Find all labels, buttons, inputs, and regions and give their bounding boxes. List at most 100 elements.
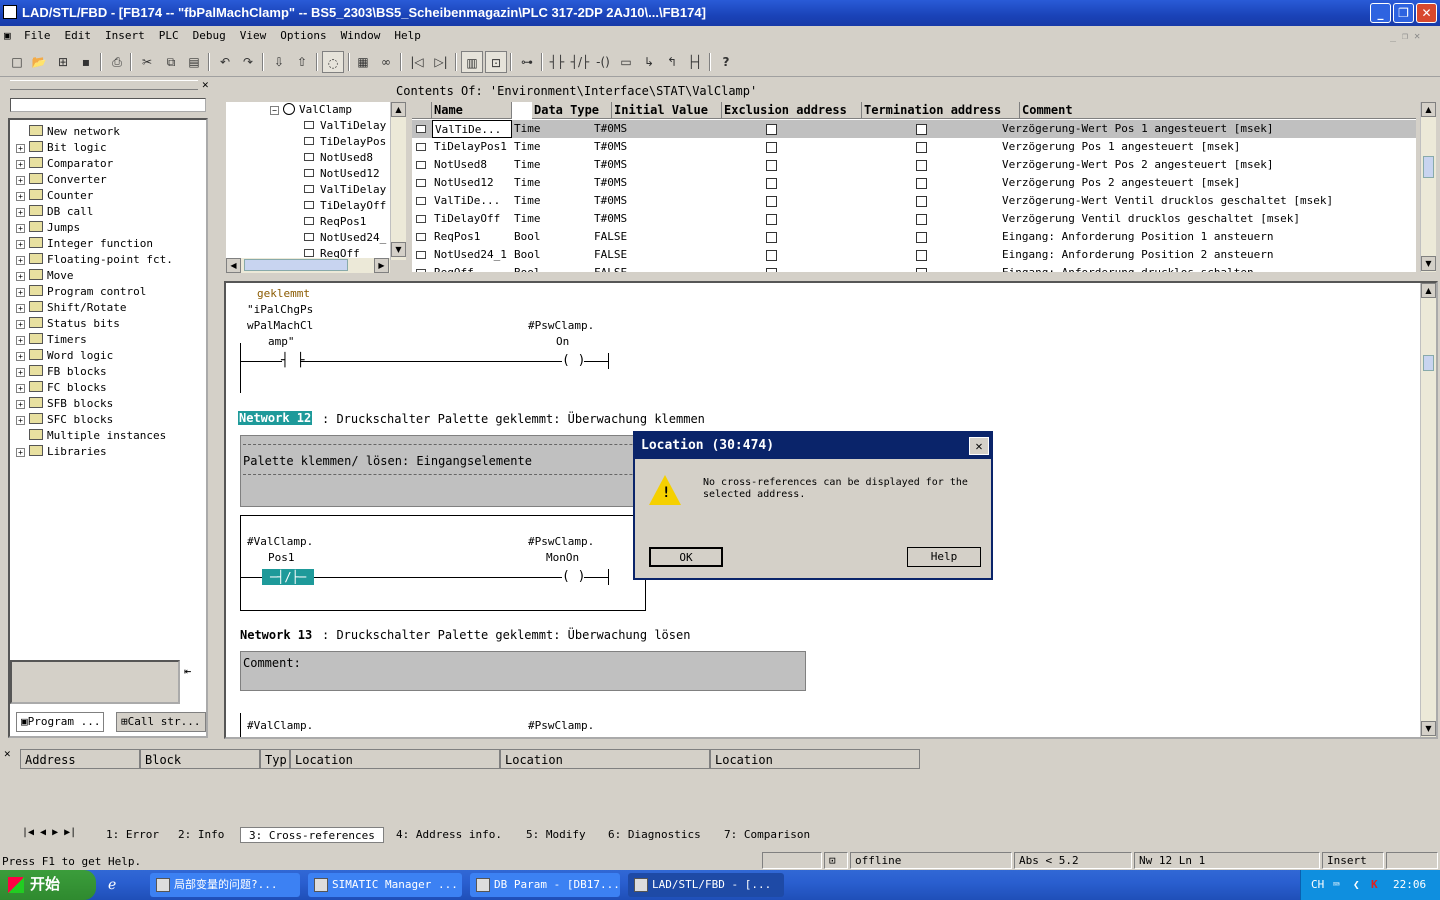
- menu-debug[interactable]: Debug: [193, 29, 226, 42]
- hscroll-thumb[interactable]: [244, 259, 348, 271]
- catalog-item[interactable]: + Integer function: [16, 236, 153, 252]
- tree-scrollbar[interactable]: ▲ ▼: [390, 102, 406, 260]
- catalog-item[interactable]: + Comparator: [16, 156, 113, 172]
- no-contact-icon[interactable]: ┤├: [546, 51, 568, 73]
- catalog-item[interactable]: + FC blocks: [16, 380, 107, 396]
- cell-initial[interactable]: T#0MS: [592, 210, 702, 228]
- output-tab[interactable]: 7: Comparison: [716, 827, 818, 843]
- cut-icon[interactable]: ✂: [136, 51, 158, 73]
- catalog-item[interactable]: + Libraries: [16, 444, 107, 460]
- lang-indicator[interactable]: CH: [1311, 870, 1324, 900]
- tree-item[interactable]: ReqPos1: [304, 214, 366, 230]
- expand-icon[interactable]: +: [16, 192, 25, 201]
- cell-name[interactable]: NotUsed12: [432, 174, 512, 192]
- editor-scrollbar[interactable]: ▲ ▼: [1420, 283, 1436, 737]
- taskbar-task[interactable]: LAD/STL/FBD - [...: [628, 873, 784, 897]
- xref-column-header[interactable]: Location: [290, 749, 500, 769]
- menu-plc[interactable]: PLC: [159, 29, 179, 42]
- expand-icon[interactable]: +: [16, 208, 25, 217]
- output-tab[interactable]: 3: Cross-references: [240, 827, 384, 843]
- cell-initial[interactable]: FALSE: [592, 228, 702, 246]
- column-header[interactable]: Termination address: [862, 102, 1020, 119]
- first-icon[interactable]: |◁: [406, 51, 428, 73]
- menu-view[interactable]: View: [240, 29, 267, 42]
- taskbar-task[interactable]: SIMATIC Manager ...: [308, 873, 462, 897]
- dialog-close-button[interactable]: ✕: [969, 437, 989, 455]
- redo-icon[interactable]: ↷: [237, 51, 259, 73]
- xref-column-header[interactable]: Typ: [260, 749, 290, 769]
- catalog-item[interactable]: + Floating-point fct.: [16, 252, 173, 268]
- catalog-item[interactable]: + Counter: [16, 188, 93, 204]
- cell-name[interactable]: TiDelayOff: [432, 210, 512, 228]
- expand-icon[interactable]: +: [16, 240, 25, 249]
- catalog-item[interactable]: + SFC blocks: [16, 412, 113, 428]
- catalog-item[interactable]: + FB blocks: [16, 364, 107, 380]
- cell-comment[interactable]: Verzögerung Ventil drucklos geschaltet […: [1000, 210, 1416, 228]
- open-icon[interactable]: 📂: [28, 51, 50, 73]
- output-tab[interactable]: 4: Address info.: [388, 827, 510, 843]
- tree-item[interactable]: NotUsed12: [304, 166, 380, 182]
- expand-icon[interactable]: +: [16, 336, 25, 345]
- exclusion-checkbox[interactable]: [766, 268, 777, 272]
- table-row[interactable]: ReqPos1 Bool FALSE Eingang: Anforderung Pos…: [412, 228, 1416, 246]
- expand-icon[interactable]: +: [16, 400, 25, 409]
- n12-coil[interactable]: ( ): [562, 569, 585, 584]
- panel-grip[interactable]: [10, 80, 198, 90]
- table-scrollbar[interactable]: ▲ ▼: [1420, 102, 1436, 272]
- termination-checkbox[interactable]: [916, 160, 927, 171]
- catalog-item[interactable]: + DB call: [16, 204, 93, 220]
- tree-item[interactable]: ValTiDelay: [304, 118, 386, 134]
- cell-comment[interactable]: Eingang: Anforderung Position 2 ansteuer…: [1000, 246, 1416, 264]
- exclusion-checkbox[interactable]: [766, 214, 777, 225]
- catalog-item[interactable]: + Shift/Rotate: [16, 300, 126, 316]
- termination-checkbox[interactable]: [916, 124, 927, 135]
- xref-column-header[interactable]: Location: [500, 749, 710, 769]
- cell-initial[interactable]: FALSE: [592, 264, 702, 272]
- catalog-item[interactable]: + Jumps: [16, 220, 80, 236]
- help-button[interactable]: Help: [907, 547, 981, 567]
- keyboard-icon[interactable]: ⌨: [1333, 870, 1340, 900]
- print-icon[interactable]: ⎙: [106, 51, 128, 73]
- expand-icon[interactable]: +: [16, 160, 25, 169]
- exclusion-checkbox[interactable]: [766, 196, 777, 207]
- accessible-nodes-icon[interactable]: ⊞: [52, 51, 74, 73]
- xref-column-header[interactable]: Address: [20, 749, 140, 769]
- tab-program-elements[interactable]: ▣Program ...: [16, 712, 104, 732]
- tree-item[interactable]: TiDelayPos: [304, 134, 386, 150]
- scroll-down-icon[interactable]: ▼: [391, 242, 406, 257]
- cell-type[interactable]: Time: [512, 156, 592, 174]
- network-icon[interactable]: ▦: [352, 51, 374, 73]
- cell-name[interactable]: NotUsed24_1: [432, 246, 512, 264]
- cell-initial[interactable]: T#0MS: [592, 192, 702, 210]
- catalog-item[interactable]: New network: [16, 124, 120, 140]
- expand-icon[interactable]: +: [16, 384, 25, 393]
- catalog-item[interactable]: + Converter: [16, 172, 107, 188]
- menu-options[interactable]: Options: [280, 29, 326, 42]
- undo-icon[interactable]: ↶: [214, 51, 236, 73]
- expand-icon[interactable]: +: [16, 144, 25, 153]
- close-button[interactable]: ✕: [1416, 3, 1437, 23]
- cell-initial[interactable]: T#0MS: [592, 156, 702, 174]
- exclusion-checkbox[interactable]: [766, 178, 777, 189]
- catalog-item[interactable]: + Program control: [16, 284, 146, 300]
- table-row[interactable]: ValTiDe... Time T#0MS Verzögerung-Wert Pos …: [412, 120, 1416, 138]
- pin-icon[interactable]: ⇤: [184, 664, 191, 678]
- termination-checkbox[interactable]: [916, 232, 927, 243]
- catalog-item[interactable]: + Bit logic: [16, 140, 107, 156]
- expand-icon[interactable]: +: [16, 272, 25, 281]
- exclusion-checkbox[interactable]: [766, 232, 777, 243]
- catalog-item[interactable]: + Word logic: [16, 348, 113, 364]
- cell-type[interactable]: Bool: [512, 246, 592, 264]
- exclusion-checkbox[interactable]: [766, 142, 777, 153]
- editor-scroll-down-icon[interactable]: ▼: [1421, 721, 1436, 736]
- column-header[interactable]: Data Type: [532, 102, 612, 119]
- scroll-up-icon[interactable]: ▲: [391, 102, 406, 117]
- exclusion-checkbox[interactable]: [766, 124, 777, 135]
- cell-comment[interactable]: Verzögerung-Wert Pos 2 angesteuert [msek…: [1000, 156, 1416, 174]
- zoom-icon[interactable]: ⊡: [485, 51, 507, 73]
- table-row[interactable]: NotUsed12 Time T#0MS Verzögerung Pos 2 ange…: [412, 174, 1416, 192]
- cell-initial[interactable]: T#0MS: [592, 120, 702, 138]
- cell-type[interactable]: Time: [512, 138, 592, 156]
- table-row[interactable]: ReqOffBoolFALSE Eingang: Anforderung druc…: [412, 264, 1416, 272]
- expand-icon[interactable]: +: [16, 304, 25, 313]
